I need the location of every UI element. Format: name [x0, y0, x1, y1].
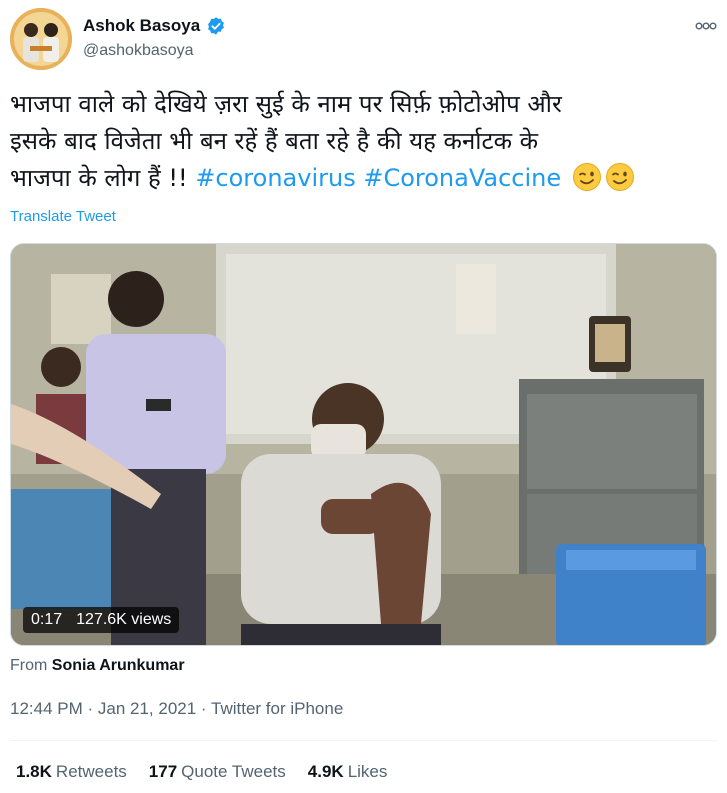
quote-tweets-stat[interactable]: 177 Quote Tweets — [149, 762, 286, 782]
hashtag-link[interactable]: #coronavirus — [195, 164, 355, 192]
meta-separator: · — [82, 699, 98, 718]
tweet-text-line: भाजपा के लोग हैं !! #coronavirus #Corona… — [10, 160, 710, 197]
video-views: 127.6K views — [76, 611, 172, 628]
tweet-text-line: भाजपा वाले को देखिये ज़रा सुई के नाम पर … — [10, 90, 562, 118]
hashtag-link[interactable]: #CoronaVaccine — [363, 164, 561, 192]
tweet-date[interactable]: Jan 21, 2021 — [98, 699, 196, 718]
video-player[interactable]: 0:17 127.6K views — [10, 243, 717, 646]
meta-separator: · — [196, 699, 211, 718]
divider — [10, 740, 717, 741]
tweet-time[interactable]: 12:44 PM — [10, 699, 83, 718]
tweet-meta: 12:44 PM · Jan 21, 2021 · Twitter for iP… — [10, 699, 343, 719]
tweet-text-line: इसके बाद विजेता भी बन रहें हैं बता रहे ह… — [10, 127, 539, 155]
more-options-icon[interactable] — [695, 18, 717, 30]
likes-count: 4.9K — [307, 762, 344, 781]
likes-label: Likes — [347, 762, 388, 781]
tweet-text: भाजपा वाले को देखिये ज़रा सुई के नाम पर … — [10, 86, 710, 197]
verified-badge-icon — [206, 16, 226, 36]
from-label: From — [10, 657, 48, 674]
handle[interactable]: @ashokbasoya — [83, 42, 226, 60]
likes-stat[interactable]: 4.9K Likes — [308, 762, 388, 782]
tweet-client[interactable]: Twitter for iPhone — [211, 699, 343, 718]
engagement-stats: 1.8K Retweets 177 Quote Tweets 4.9K Likes — [16, 762, 387, 782]
retweets-count: 1.8K — [16, 762, 52, 781]
video-duration: 0:17 — [31, 611, 63, 628]
retweets-label: Retweets — [55, 762, 127, 781]
quotes-label: Quote Tweets — [181, 762, 286, 781]
winking-face-emoji-icon — [605, 162, 635, 192]
display-name[interactable]: Ashok Basoya — [83, 16, 200, 36]
video-info-overlay: 0:17 127.6K views — [23, 607, 180, 633]
avatar[interactable] — [10, 8, 72, 70]
winking-face-emoji-icon — [572, 162, 602, 192]
source-name-link[interactable]: Sonia Arunkumar — [52, 657, 185, 674]
retweets-stat[interactable]: 1.8K Retweets — [16, 762, 127, 782]
tweet-header: Ashok Basoya @ashokbasoya — [10, 8, 717, 72]
media-source: From Sonia Arunkumar — [10, 657, 185, 675]
video-frame — [11, 244, 716, 645]
quotes-count: 177 — [148, 762, 178, 781]
translate-tweet-link[interactable]: Translate Tweet — [10, 208, 116, 225]
tweet-text-segment: भाजपा के लोग हैं !! — [10, 164, 196, 192]
